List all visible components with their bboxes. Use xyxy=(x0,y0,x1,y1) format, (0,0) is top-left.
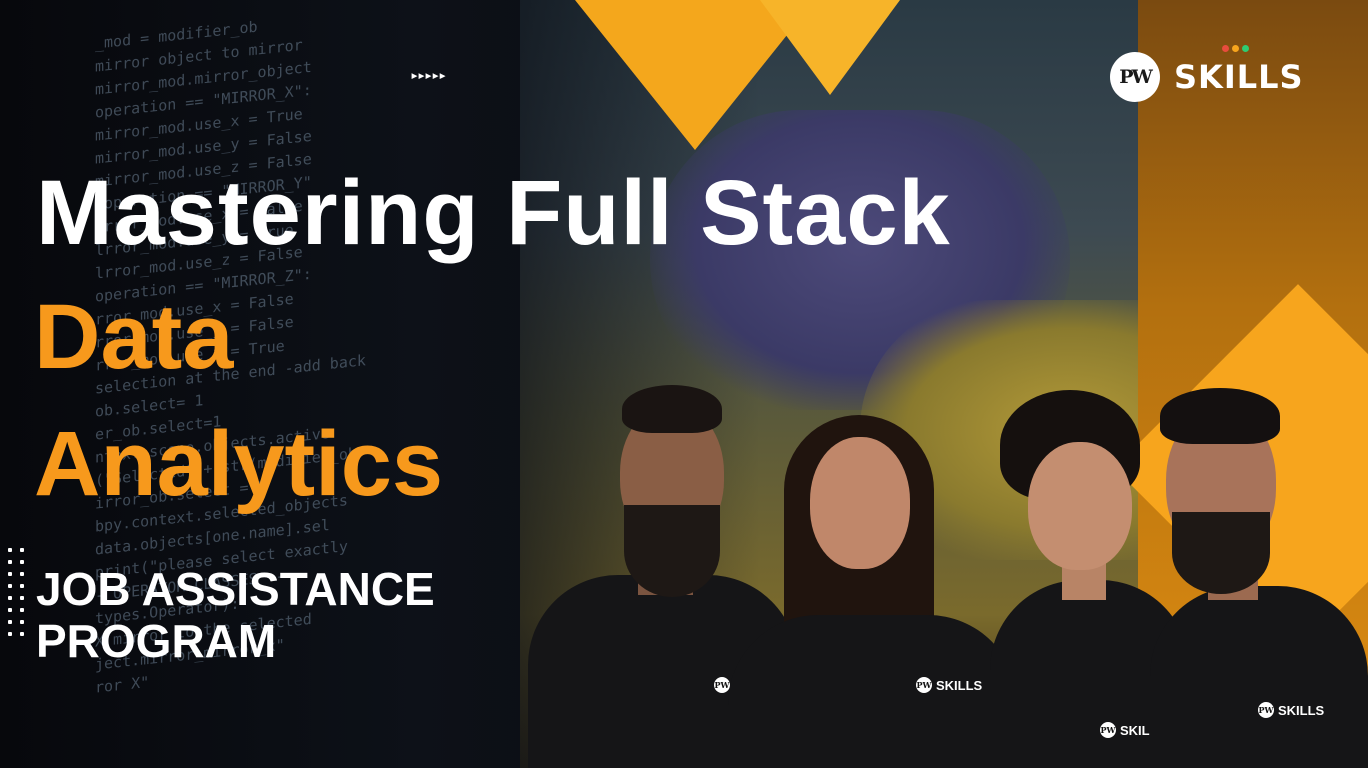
subheadline-line-2: PROGRAM xyxy=(36,615,277,667)
pw-mini-icon: PW xyxy=(1100,722,1116,738)
headline-line-3: Analytics xyxy=(34,413,444,515)
presenter-2: PW SKILLS xyxy=(718,415,1018,768)
logo-mark: PW xyxy=(1119,66,1153,88)
orange-triangle-decor-small xyxy=(760,0,900,95)
presenter-4: PW SKILLS xyxy=(1150,388,1368,768)
subheadline-line-1: JOB ASSISTANCE xyxy=(36,563,435,615)
dot xyxy=(20,572,24,576)
dot xyxy=(8,596,12,600)
pw-mini-icon: PW xyxy=(916,677,932,693)
pw-logo-icon: PW xyxy=(1110,52,1160,102)
brand-dot xyxy=(1232,45,1239,52)
dot xyxy=(8,548,12,552)
brand-dot xyxy=(1222,45,1229,52)
arrows-icon: ▸▸▸▸▸ xyxy=(410,66,447,84)
brand-name: SKILLS xyxy=(1174,58,1304,96)
dot xyxy=(20,584,24,588)
dot xyxy=(8,560,12,564)
dot xyxy=(8,632,12,636)
headline-line-2: Data xyxy=(34,286,234,388)
brand-dots-icon xyxy=(1222,45,1252,55)
brand-dot xyxy=(1242,45,1249,52)
dot xyxy=(20,632,24,636)
shirt-badge-text: SKILLS xyxy=(1278,702,1325,718)
dot xyxy=(20,608,24,612)
dot xyxy=(8,584,12,588)
headline-line-1: Mastering Full Stack xyxy=(36,162,951,264)
dots-grid-icon xyxy=(0,548,30,644)
pw-mini-icon: PW xyxy=(1258,702,1274,718)
dot xyxy=(8,572,12,576)
dot xyxy=(20,560,24,564)
shirt-logo: PW SKILLS xyxy=(1258,702,1324,718)
thumbnail-canvas: _mod = modifier_ob mirror object to mirro… xyxy=(0,0,1368,768)
subheadline: JOB ASSISTANCE PROGRAM xyxy=(36,563,435,667)
shirt-logo: PW SKILLS xyxy=(916,677,982,693)
brand-logo: PW SKILLS xyxy=(1110,50,1304,104)
dot xyxy=(8,620,12,624)
shirt-badge-text: SKILLS xyxy=(936,677,983,693)
dot xyxy=(20,620,24,624)
dot xyxy=(20,596,24,600)
dot xyxy=(8,608,12,612)
dot xyxy=(20,548,24,552)
